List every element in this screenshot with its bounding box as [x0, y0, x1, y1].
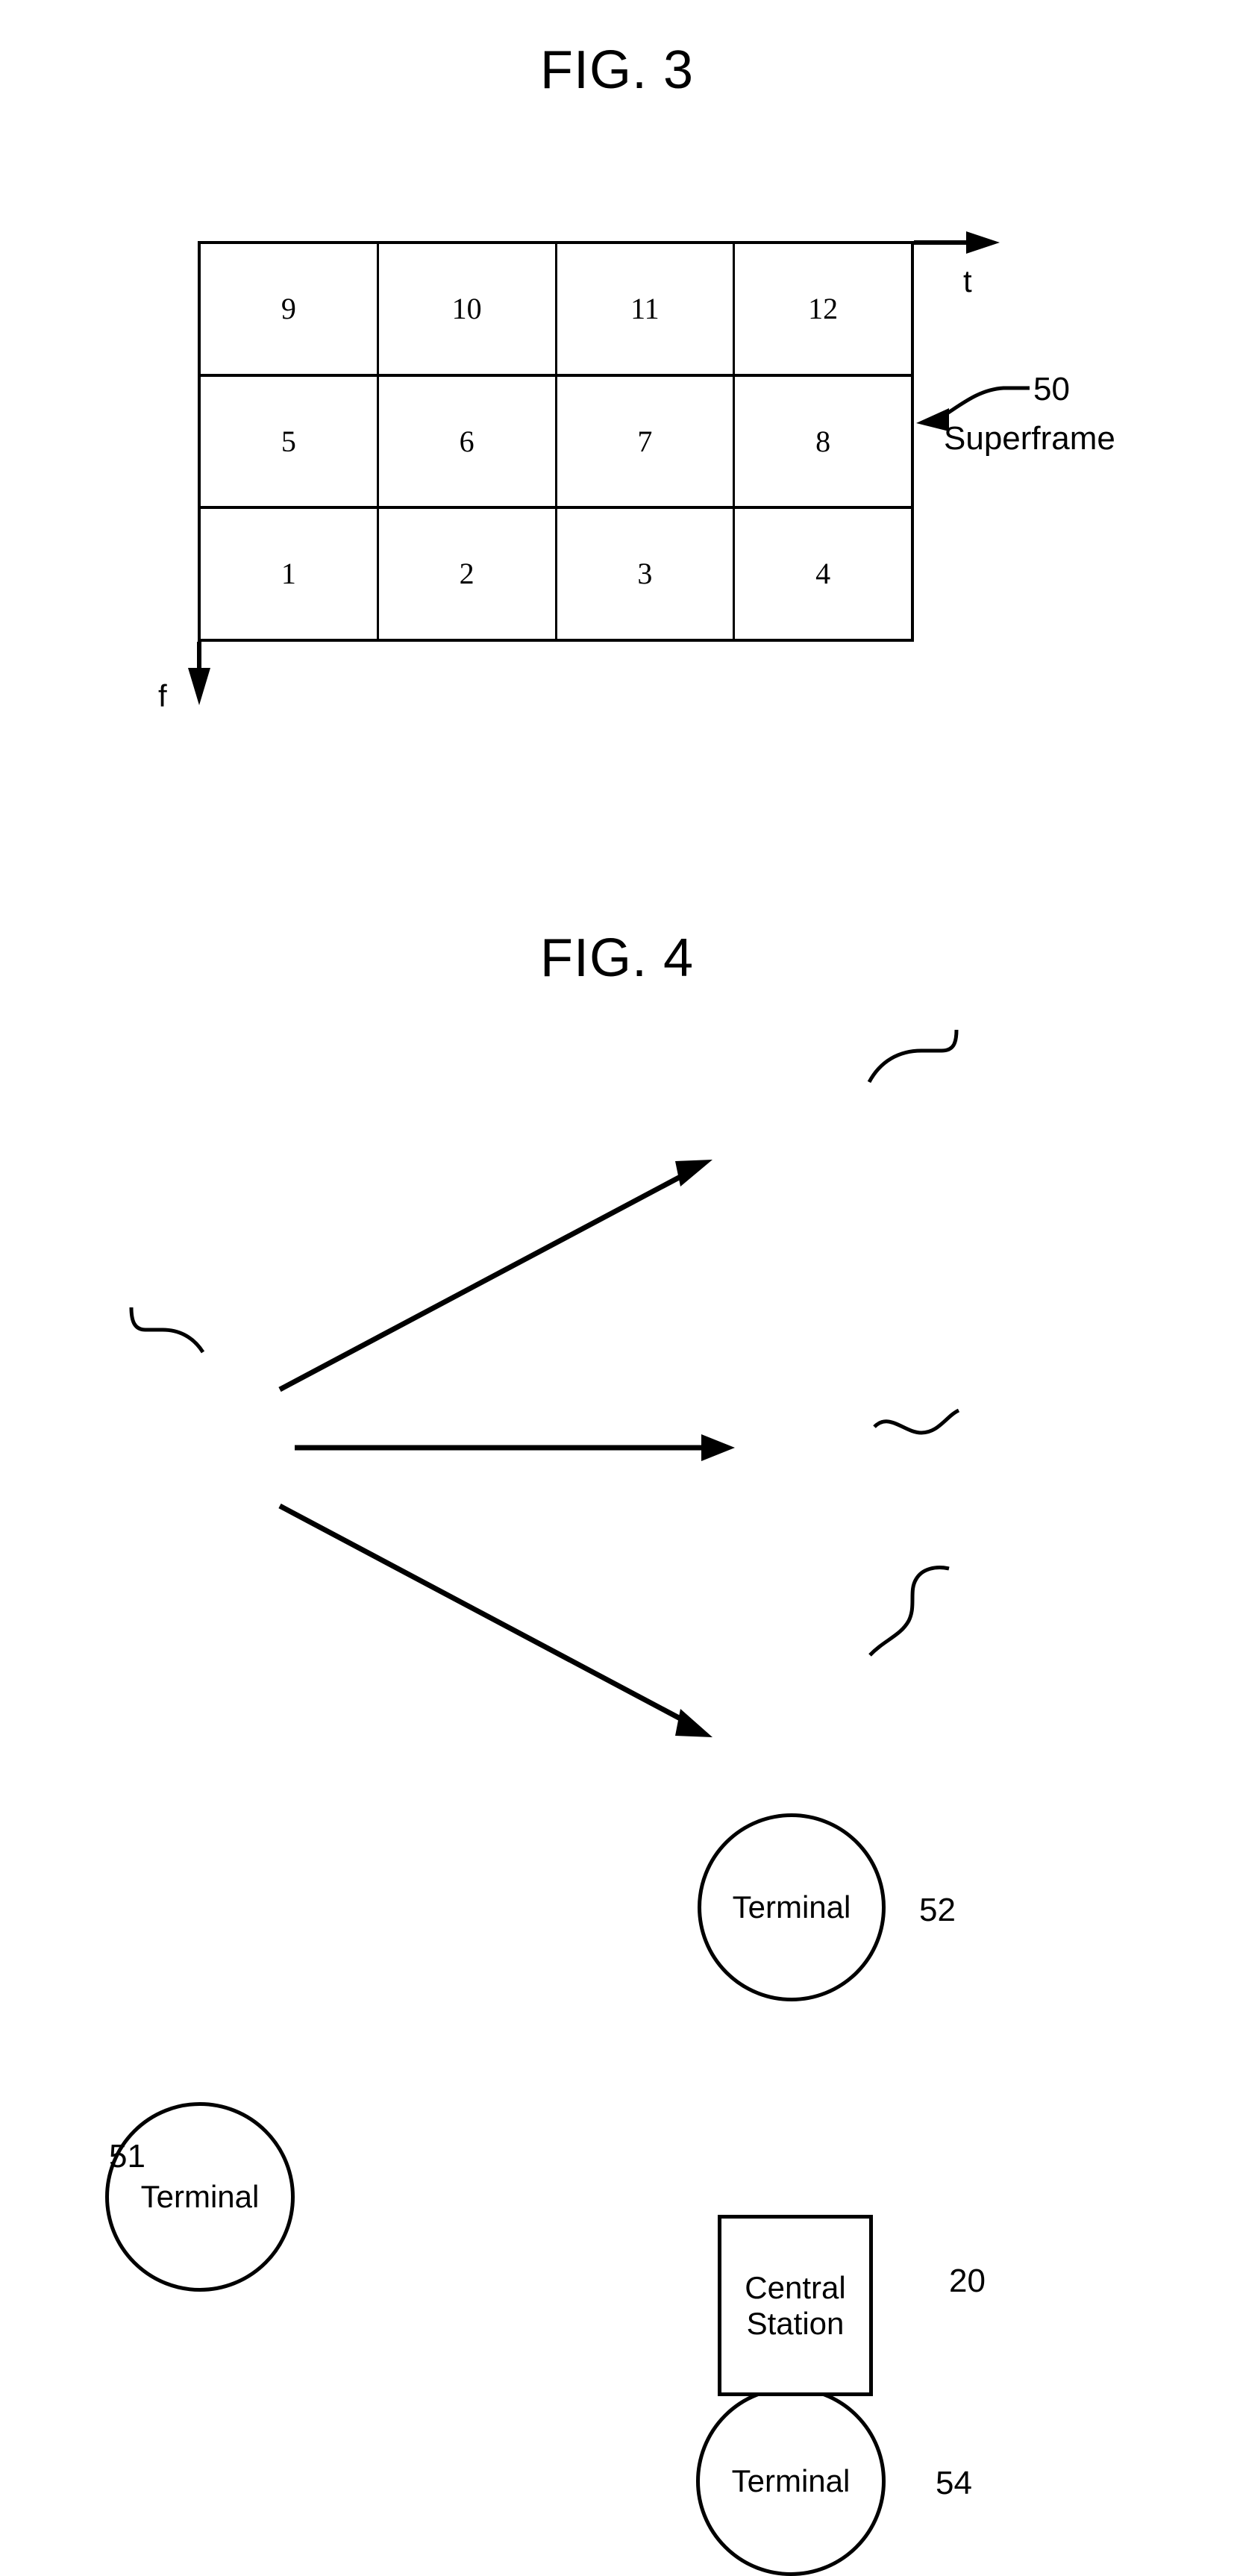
node-label: Terminal [732, 1889, 851, 1925]
reference-numeral-50: 50 [1033, 371, 1070, 407]
grid-cell: 12 [808, 291, 839, 325]
grid-cell: 9 [201, 244, 379, 374]
node-label: Terminal [731, 2463, 851, 2498]
figure-4: FIG. 4 Terminal Terminal Terminal Centra… [0, 858, 1234, 2576]
node-label: Terminal [140, 2179, 260, 2214]
superframe-label: Superframe [944, 420, 1115, 457]
node-terminal-51[interactable]: Terminal [105, 2102, 295, 2292]
reference-numeral-20: 20 [949, 2263, 986, 2299]
figure-3-title: FIG. 3 [539, 40, 695, 100]
grid-row: 5 6 7 8 [201, 376, 911, 510]
grid-cell: 10 [379, 244, 557, 374]
node-central-station[interactable]: Central Station [718, 2215, 873, 2396]
figure-4-title: FIG. 4 [539, 928, 695, 988]
grid-row: 1 2 3 4 [201, 509, 911, 640]
central-station-line-2: Station [746, 2305, 845, 2341]
central-station-line-1: Central [745, 2270, 846, 2306]
grid-row: 9 10 11 12 [201, 244, 911, 377]
node-terminal-54[interactable]: Terminal [696, 2386, 886, 2576]
patent-figure-page: FIG. 3 9 10 11 12 5 6 7 8 1 2 3 4 t f 50… [0, 0, 1234, 2576]
reference-numeral-52: 52 [919, 1892, 956, 1928]
figure-3: FIG. 3 9 10 11 12 5 6 7 8 1 2 3 4 t f 50… [0, 0, 1234, 858]
superframe-grid: 9 10 11 12 5 6 7 8 1 2 3 4 [198, 241, 914, 642]
reference-numeral-51: 51 [109, 2138, 145, 2175]
grid-cell: 4 [815, 557, 831, 591]
time-axis-label: t [963, 263, 972, 298]
grid-cell: 11 [557, 244, 736, 374]
grid-cell: 3 [557, 509, 736, 640]
figure-4-connection-lines [129, 1029, 960, 1737]
grid-cell: 7 [557, 376, 736, 507]
grid-cell: 6 [379, 376, 557, 507]
grid-cell: 5 [201, 376, 379, 507]
node-terminal-52[interactable]: Terminal [698, 1813, 886, 2001]
frequency-axis-label: f [158, 678, 167, 713]
grid-cell: 1 [201, 509, 379, 640]
grid-cell: 2 [379, 509, 557, 640]
grid-cell: 8 [815, 424, 831, 458]
reference-numeral-54: 54 [936, 2465, 972, 2501]
